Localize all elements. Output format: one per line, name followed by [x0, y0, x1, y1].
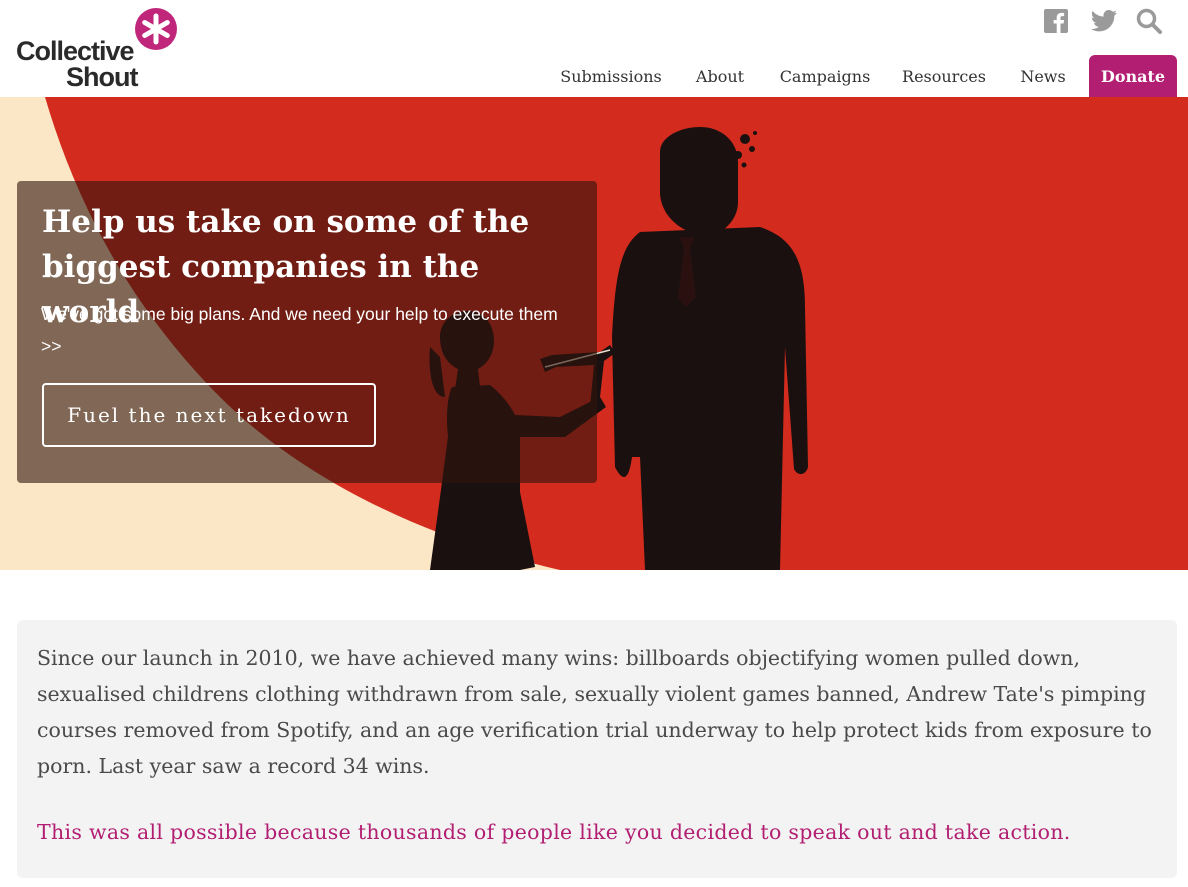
- hero-subtitle[interactable]: We've got some big plans. And we need yo…: [41, 298, 561, 362]
- twitter-icon[interactable]: [1090, 7, 1118, 35]
- facebook-icon[interactable]: [1043, 7, 1069, 35]
- asterisk-logo-icon: [135, 8, 177, 50]
- intro-text: Since our launch in 2010, we have achiev…: [37, 646, 1152, 778]
- intro-highlight: This was all possible because thousands …: [37, 820, 1071, 844]
- donate-button[interactable]: Donate: [1089, 55, 1177, 97]
- search-icon[interactable]: [1135, 7, 1163, 35]
- fuel-takedown-button[interactable]: Fuel the next takedown: [42, 383, 376, 447]
- site-header: Collective Shout Submissions About Campa…: [0, 0, 1188, 97]
- nav-news[interactable]: News: [1009, 55, 1077, 97]
- site-logo[interactable]: Collective Shout: [16, 8, 186, 92]
- nav-campaigns[interactable]: Campaigns: [770, 55, 880, 97]
- nav-resources[interactable]: Resources: [895, 55, 993, 97]
- logo-text-line2: Shout: [66, 62, 138, 92]
- nav-submissions[interactable]: Submissions: [552, 55, 670, 97]
- nav-about[interactable]: About: [686, 55, 754, 97]
